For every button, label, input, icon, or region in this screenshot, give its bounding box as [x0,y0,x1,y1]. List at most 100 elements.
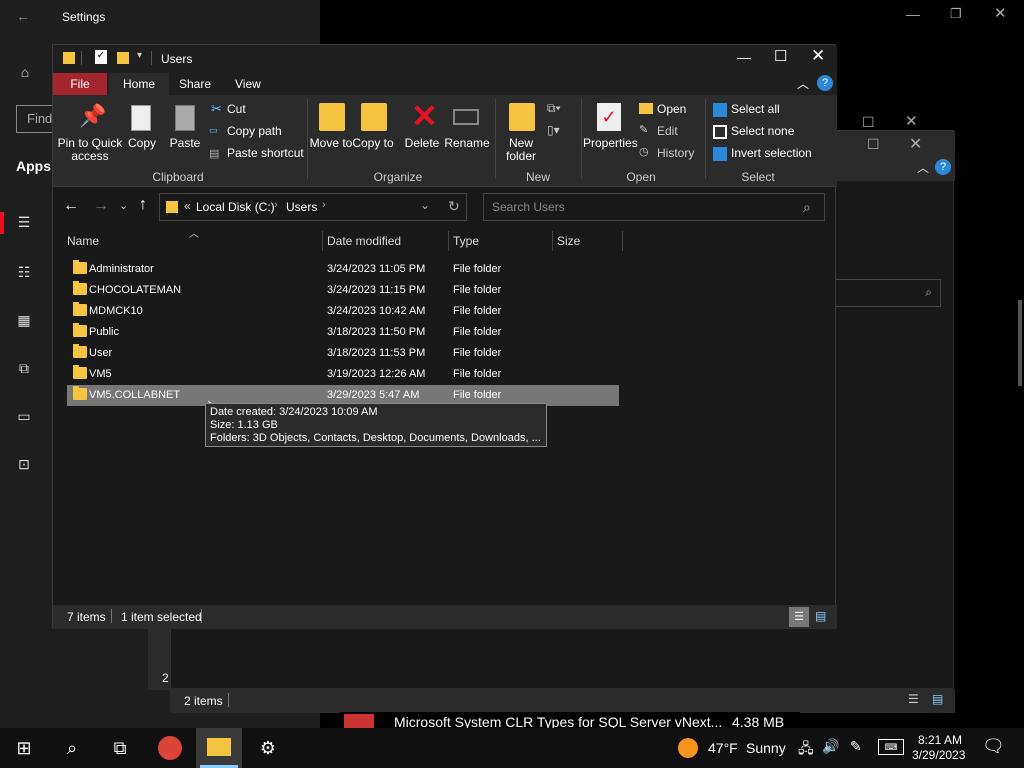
bg2-restore-icon[interactable]: ☐ [862,114,875,131]
column-date-modified[interactable]: Date modified [323,231,449,251]
home-icon[interactable]: ⌂ [15,62,35,82]
rename-button[interactable]: Rename [443,137,491,150]
large-icons-view-icon[interactable]: ▤ [815,609,826,623]
properties-button[interactable]: Properties [583,137,638,150]
open-button[interactable]: Open [635,99,686,119]
easy-access-icon[interactable]: ▯▾ [547,123,560,137]
keyboard-icon[interactable]: ⌨ [878,739,904,755]
offline-maps-icon[interactable]: ▦ [14,310,34,330]
breadcrumb-local-disk[interactable]: Local Disk (C:) [196,200,275,214]
tab-share[interactable]: Share [165,73,225,95]
table-row[interactable]: Public 3/18/2023 11:50 PM File folder [67,322,619,343]
table-row[interactable]: CHOCOLATEMAN 3/24/2023 11:15 PM File fol… [67,280,619,301]
volume-icon[interactable]: 🔊 [822,738,839,755]
video-playback-icon[interactable]: ▭ [14,406,34,426]
history-button[interactable]: History [635,143,694,163]
quick-folder-icon[interactable] [63,52,75,64]
apps-features-icon[interactable]: ☰ [14,212,34,232]
breadcrumb-users[interactable]: Users [286,200,317,214]
delete-button[interactable]: Delete [401,137,443,150]
weather-sun-icon[interactable] [678,738,698,758]
settings-restore-icon[interactable]: ❐ [950,6,962,22]
table-row[interactable]: User 3/18/2023 11:53 PM File folder [67,343,619,364]
copy-button[interactable]: Copy [125,137,159,150]
bg-collapse-icon[interactable]: ︿ [917,159,929,176]
task-view-icon[interactable]: ⧉ [108,736,132,760]
weather-condition[interactable]: Sunny [746,740,786,756]
minimize-icon[interactable]: — [737,49,751,65]
clock-time[interactable]: 8:21 AM [918,733,962,747]
bg-tiles-view-icon[interactable]: ▤ [932,692,943,706]
up-icon[interactable]: ↑ [139,196,147,214]
quick-access-dropdown-icon[interactable]: ▾ [137,50,142,61]
rename-icon [453,109,479,125]
bg-maximize-icon[interactable]: ☐ [867,136,880,153]
table-row[interactable]: MDMCK10 3/24/2023 10:42 AM File folder [67,301,619,322]
paste-shortcut-button[interactable]: Paste shortcut [205,143,304,163]
address-overflow[interactable]: « [184,199,191,213]
breadcrumb-sep-icon[interactable]: › [274,199,278,211]
apps-websites-icon[interactable]: ⧉ [14,358,34,378]
back-icon[interactable]: ← [63,197,79,215]
bg-details-view-icon[interactable]: ☰ [908,692,919,706]
table-row[interactable]: Administrator 3/24/2023 11:05 PM File fo… [67,259,619,280]
details-view-icon[interactable]: ☰ [789,607,809,627]
search-taskbar-icon[interactable]: ⌕ [60,736,84,760]
bg-close-icon[interactable]: ✕ [909,134,922,154]
bg2-close-icon[interactable]: ✕ [905,112,918,130]
help-icon[interactable]: ? [817,75,833,91]
chrome-icon[interactable] [158,736,182,760]
table-row[interactable]: VM5 3/19/2023 12:26 AM File folder [67,364,619,385]
settings-scrollbar[interactable] [1018,300,1022,386]
column-size[interactable]: Size [553,231,623,251]
collapse-ribbon-icon[interactable]: ︿ [797,75,809,92]
new-folder-button[interactable]: New folder [499,137,543,163]
quick-properties-icon[interactable]: ✓ [95,50,107,64]
search-input[interactable]: Search Users [483,193,825,221]
copy-path-button[interactable]: Copy path [205,121,282,141]
weather-temp[interactable]: 47°F [708,740,738,756]
back-arrow-icon[interactable]: ← [16,8,30,24]
pin-quick-access-button[interactable]: Pin to Quick access [57,137,123,163]
select-none-button[interactable]: Select none [709,121,794,141]
column-name[interactable]: Name [63,231,323,251]
cut-button[interactable]: Cut [205,99,246,119]
paste-button[interactable]: Paste [167,137,203,150]
move-to-button[interactable]: Move to [309,137,353,150]
installed-program-row[interactable]: Microsoft System CLR Types for SQL Serve… [340,712,800,730]
refresh-icon[interactable]: ↻ [448,198,460,215]
explorer-taskbar-active[interactable] [196,728,242,768]
select-all-button[interactable]: Select all [709,99,780,119]
find-setting-input[interactable]: Find [16,105,56,133]
network-icon[interactable]: 🖧 [798,738,814,762]
new-item-icon[interactable]: ⧉▾ [547,101,561,116]
copy-to-button[interactable]: Copy to [351,137,395,150]
search-icon[interactable]: ⌕ [803,199,811,216]
pen-icon[interactable]: ✎ [850,738,862,755]
column-type[interactable]: Type [449,231,553,251]
quick-newfolder-icon[interactable] [117,52,129,64]
default-apps-icon[interactable]: ☷ [14,262,34,282]
tab-home[interactable]: Home [109,73,170,95]
forward-icon[interactable]: → [93,197,109,215]
edit-button[interactable]: Edit [635,121,678,141]
tab-file[interactable]: File [53,73,107,95]
bg-search-box[interactable]: ⌕ [835,279,941,307]
notification-icon[interactable]: 🗨 [982,736,1005,757]
start-windows-icon[interactable]: ⊞ [12,736,36,760]
tab-view[interactable]: View [221,73,275,95]
bg-help-icon[interactable]: ? [935,159,951,175]
address-bar[interactable]: « Local Disk (C:) › Users › ⌄ ↻ [159,193,467,221]
new-group-label: New [525,170,550,184]
breadcrumb-sep-icon[interactable]: › [322,199,326,211]
startup-icon[interactable]: ⊡ [14,454,34,474]
recent-locations-icon[interactable]: ⌄ [119,199,128,212]
invert-selection-button[interactable]: Invert selection [709,143,812,163]
address-dropdown-icon[interactable]: ⌄ [420,198,430,212]
close-icon[interactable]: ✕ [811,46,825,66]
settings-close-icon[interactable]: ✕ [994,4,1007,22]
settings-gear-icon[interactable]: ⚙ [256,736,280,760]
settings-minimize-icon[interactable]: — [906,6,920,22]
clock-date[interactable]: 3/29/2023 [912,748,965,762]
maximize-icon[interactable]: ☐ [774,47,787,65]
